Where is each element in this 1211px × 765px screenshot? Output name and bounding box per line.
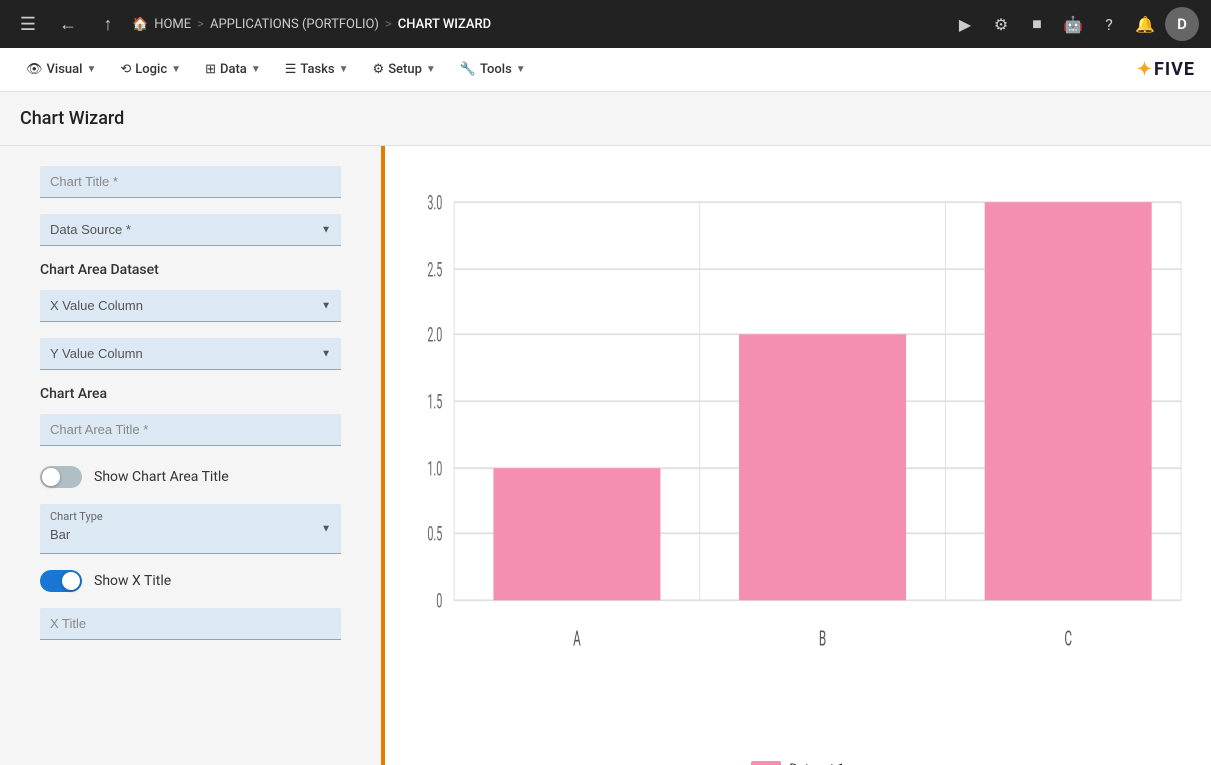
left-panel: Data Source * Chart Area Dataset X Value… (0, 146, 385, 765)
logic-label: Logic (135, 62, 167, 77)
toolbar: 👁 Visual ▼ ⟲ Logic ▼ ⊞ Data ▼ ☰ Tasks ▼ … (0, 48, 1211, 92)
visual-label: Visual (47, 62, 83, 77)
svg-text:B: B (819, 627, 826, 652)
stop-button[interactable]: ■ (1021, 8, 1053, 40)
help-button[interactable]: ? (1093, 8, 1125, 40)
svg-text:A: A (573, 627, 581, 652)
setup-arrow: ▼ (426, 64, 436, 75)
legend-color-swatch (751, 761, 781, 765)
table-icon: ⊞ (205, 62, 216, 77)
notification-button[interactable]: 🔔 (1129, 8, 1161, 40)
data-source-select[interactable]: Data Source * (40, 214, 341, 246)
x-value-select[interactable]: X Value Column (40, 290, 341, 322)
bar-c (985, 202, 1152, 600)
breadcrumb-sep1: > (197, 17, 204, 32)
show-x-title-label: Show X Title (94, 573, 171, 589)
breadcrumb-sep2: > (385, 17, 392, 32)
data-source-wrapper: Data Source * (40, 214, 341, 246)
play-button[interactable]: ▶ (949, 8, 981, 40)
tasks-label: Tasks (300, 62, 334, 77)
logic-arrow: ▼ (171, 64, 181, 75)
svg-text:0.5: 0.5 (427, 522, 442, 546)
show-x-title-toggle[interactable] (40, 570, 82, 592)
eye-icon: 👁 (26, 62, 43, 77)
toggle-thumb-x (62, 572, 80, 590)
logo-star-icon: ✦ (1137, 59, 1152, 80)
show-chart-area-title-toggle[interactable] (40, 466, 82, 488)
legend-label: Dataset 1 (789, 762, 844, 765)
nav-actions: ▶ ⚙ ■ 🤖 ? 🔔 D (949, 7, 1199, 41)
back-icon[interactable]: ← (52, 8, 84, 40)
breadcrumb-applications[interactable]: APPLICATIONS (PORTFOLIO) (210, 17, 379, 32)
search-button[interactable]: ⚙ (985, 8, 1017, 40)
svg-text:C: C (1064, 627, 1072, 652)
toolbar-visual[interactable]: 👁 Visual ▼ (16, 56, 106, 83)
toolbar-tools[interactable]: 🔧 Tools ▼ (450, 56, 536, 83)
toolbar-setup[interactable]: ⚙ Setup ▼ (363, 56, 446, 83)
bar-b (739, 334, 906, 600)
chart-area: 3.0 2.5 2.0 1.5 1.0 0.5 0 (385, 146, 1211, 765)
tools-label: Tools (480, 62, 512, 77)
toolbar-data[interactable]: ⊞ Data ▼ (195, 56, 271, 83)
y-value-select[interactable]: Y Value Column (40, 338, 341, 370)
bar-chart: 3.0 2.5 2.0 1.5 1.0 0.5 0 (405, 166, 1191, 745)
chart-area-dataset-label: Chart Area Dataset (40, 262, 341, 278)
avatar[interactable]: D (1165, 7, 1199, 41)
svg-text:0: 0 (436, 589, 442, 613)
data-label: Data (220, 62, 247, 77)
svg-text:1.0: 1.0 (427, 457, 442, 481)
breadcrumb-current: CHART WIZARD (398, 17, 491, 32)
show-x-title-row: Show X Title (40, 570, 341, 592)
five-logo: ✦ FIVE (1137, 59, 1195, 80)
toggle-thumb (42, 468, 60, 486)
x-title-input[interactable] (40, 608, 341, 640)
tasks-icon: ☰ (285, 62, 297, 77)
logo-text: FIVE (1154, 59, 1195, 80)
show-chart-area-title-label: Show Chart Area Title (94, 469, 229, 485)
chart-area-title-input[interactable] (40, 414, 341, 446)
svg-text:1.5: 1.5 (427, 390, 442, 414)
tools-icon: 🔧 (460, 62, 476, 77)
toolbar-tasks[interactable]: ☰ Tasks ▼ (275, 56, 359, 83)
main-layout: Data Source * Chart Area Dataset X Value… (0, 146, 1211, 765)
chart-area-label: Chart Area (40, 386, 341, 402)
y-value-wrapper: Y Value Column (40, 338, 341, 370)
chart-type-select[interactable]: BarLinePieDoughnutScatter (40, 504, 341, 554)
breadcrumb-home[interactable]: HOME (154, 17, 191, 32)
tools-arrow: ▼ (516, 64, 526, 75)
data-source-group: Data Source * (40, 214, 341, 246)
logic-icon: ⟲ (120, 62, 131, 77)
home-icon: 🏠 (132, 17, 148, 32)
up-icon[interactable]: ↑ (92, 8, 124, 40)
svg-text:2.5: 2.5 (427, 258, 442, 282)
svg-text:3.0: 3.0 (427, 191, 442, 215)
visual-arrow: ▼ (86, 64, 96, 75)
x-value-wrapper: X Value Column (40, 290, 341, 322)
setup-label: Setup (388, 62, 422, 77)
svg-text:2.0: 2.0 (427, 323, 442, 347)
top-navigation: ☰ ← ↑ 🏠 HOME > APPLICATIONS (PORTFOLIO) … (0, 0, 1211, 48)
chart-area-group: Chart Area Show Chart Area Title BarLine… (40, 386, 341, 554)
chart-type-wrapper: BarLinePieDoughnutScatter Chart Type (40, 504, 341, 554)
chart-title-input[interactable] (40, 166, 341, 198)
breadcrumb: 🏠 HOME > APPLICATIONS (PORTFOLIO) > CHAR… (132, 17, 941, 32)
robot-button[interactable]: 🤖 (1057, 8, 1089, 40)
chart-area-dataset-group: Chart Area Dataset X Value Column Y Valu… (40, 262, 341, 370)
toolbar-logic[interactable]: ⟲ Logic ▼ (110, 56, 191, 83)
x-title-group (40, 608, 341, 640)
data-arrow: ▼ (251, 64, 261, 75)
right-panel: 3.0 2.5 2.0 1.5 1.0 0.5 0 (385, 146, 1211, 765)
chart-title-group (40, 166, 341, 198)
show-chart-area-title-row: Show Chart Area Title (40, 466, 341, 488)
page-title: Chart Wizard (20, 108, 1191, 129)
tasks-arrow: ▼ (339, 64, 349, 75)
bar-a (493, 468, 660, 600)
page-header: Chart Wizard (0, 92, 1211, 146)
menu-icon[interactable]: ☰ (12, 8, 44, 40)
gear-icon: ⚙ (373, 62, 385, 77)
